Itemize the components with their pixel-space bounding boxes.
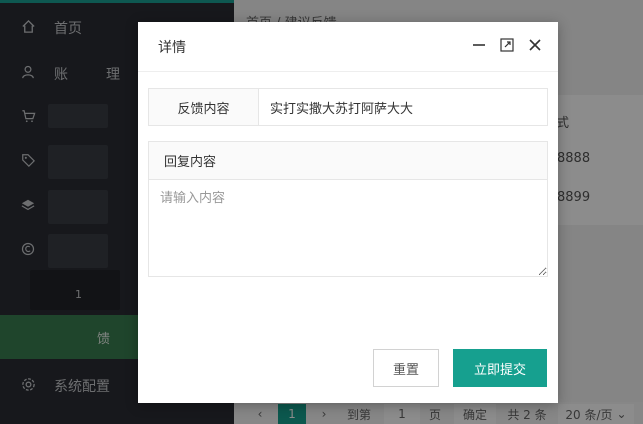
modal-title: 详情: [158, 39, 186, 56]
maximize-icon[interactable]: [498, 36, 516, 54]
feedback-content-label: 反馈内容: [149, 89, 259, 125]
minimize-icon[interactable]: [470, 36, 488, 54]
submit-button[interactable]: 立即提交: [453, 349, 547, 387]
detail-modal: 详情 反馈内容 实打实撒大苏打阿萨大大 回复内容 重置 立即提交: [138, 22, 558, 403]
reply-content-textarea[interactable]: [149, 180, 547, 276]
reply-content-label: 回复内容: [149, 142, 547, 180]
modal-window-controls: [470, 36, 544, 54]
close-icon[interactable]: [526, 36, 544, 54]
feedback-content-row: 反馈内容 实打实撒大苏打阿萨大大: [148, 88, 548, 126]
reply-content-field: 回复内容: [148, 141, 548, 277]
feedback-content-value: 实打实撒大苏打阿萨大大: [270, 101, 414, 117]
reset-button[interactable]: 重置: [373, 349, 439, 387]
